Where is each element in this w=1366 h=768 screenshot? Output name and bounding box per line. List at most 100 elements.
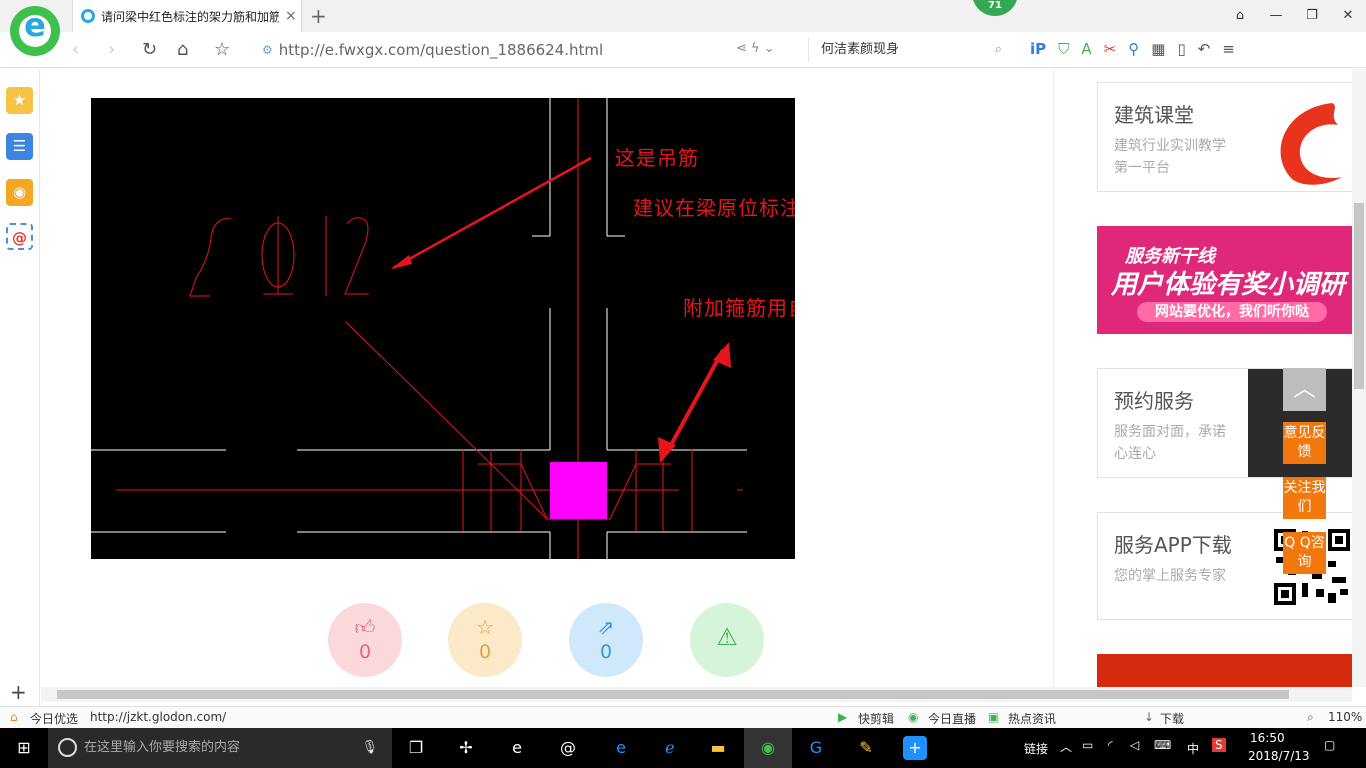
menu-icon[interactable]: ≡ [1222, 40, 1235, 58]
left-sidebar: ★ ☰ ◉ @ + [0, 69, 40, 706]
favorite-button[interactable]: ☆ 0 [448, 603, 522, 677]
feedback-button[interactable]: 意见反馈 [1283, 422, 1326, 464]
quick-cut-link[interactable]: 快剪辑 [858, 710, 894, 727]
battery-icon[interactable]: ▭ [1082, 738, 1093, 752]
cortana-icon [58, 738, 77, 757]
magnifier-icon[interactable]: ⚲ [1128, 40, 1139, 58]
volume-icon[interactable]: ◁ [1130, 738, 1139, 752]
taskbar-search[interactable]: 在这里输入你要搜索的内容 🎙︎ [48, 728, 392, 768]
ime-indicator[interactable]: 中 [1187, 740, 1199, 757]
live-link[interactable]: 今日直播 [928, 710, 976, 727]
forward-icon[interactable]: › [108, 38, 115, 62]
clock-time[interactable]: 16:50 [1250, 731, 1285, 745]
survey-banner[interactable]: 服务新干线 用户体验有奖小调研 网站要优化，我们听你哒 [1097, 226, 1353, 334]
minimize-button[interactable]: — [1258, 0, 1294, 32]
add-sidebar-button[interactable]: + [10, 680, 27, 704]
vertical-scrollbar[interactable] [1352, 69, 1366, 687]
phoenix-logo-icon [1280, 103, 1342, 185]
annotation-suggest-input: 建议在梁原位标注在输入 [633, 196, 795, 220]
wifi-icon[interactable]: ◜ [1108, 738, 1113, 752]
address-bar[interactable]: ⚙ http://e.fwxgx.com/question_1886624.ht… [262, 38, 802, 62]
edge-icon[interactable]: e [609, 736, 633, 760]
like-button[interactable]: 👍︎ 0 [328, 603, 402, 677]
horizontal-scrollbar[interactable] [41, 687, 1352, 702]
report-button[interactable]: ⚠ [690, 603, 764, 677]
ip-extension-icon[interactable]: iP [1030, 40, 1046, 58]
weibo-icon[interactable]: ◉ [6, 179, 33, 206]
notification-badge[interactable]: 71 [972, 0, 1018, 16]
refresh-icon[interactable]: ↻ [142, 38, 157, 62]
fan-app-icon[interactable]: ✢ [454, 736, 478, 760]
download-icon: ↓ [1144, 710, 1155, 724]
extension-toolbar: iP ⛉ A ✂ ⚲ ▦ ▯ ↶ ≡ [1030, 40, 1235, 58]
close-button[interactable]: ✕ [1330, 0, 1366, 32]
favorites-star-icon[interactable]: ★ [6, 87, 33, 114]
back-icon[interactable]: ‹ [72, 38, 79, 62]
reader-icon[interactable]: ▯ [1177, 40, 1185, 58]
download-link[interactable]: 下载 [1160, 710, 1184, 727]
zoom-level[interactable]: 110% [1328, 710, 1362, 724]
page-content: 这是吊筋 建议在梁原位标注在输入 附加箍筋用自动生成吊筋 👍︎ 0 ☆ 0 ⇗ … [41, 69, 1053, 687]
reading-list-icon[interactable]: ☰ [6, 133, 33, 160]
course-card[interactable]: 建筑课堂 建筑行业实训教学第一平台 [1097, 82, 1353, 192]
search-input[interactable]: 何洁素颜现身 [821, 42, 899, 57]
windows-start-icon[interactable]: ⊞ [12, 736, 36, 760]
home-icon[interactable]: ⌂ [177, 38, 188, 62]
tab-close-button[interactable]: × [285, 8, 297, 24]
qq-consult-button[interactable]: Q Q咨询 [1283, 532, 1326, 574]
hot-news-link[interactable]: 热点资讯 [1008, 710, 1056, 727]
file-explorer-icon[interactable]: ▬ [706, 736, 730, 760]
keyboard-icon[interactable]: ⌨ [1154, 738, 1171, 752]
clock-date[interactable]: 2018/7/13 [1248, 749, 1310, 763]
browser-logo-icon[interactable]: e [10, 6, 60, 56]
like-count: 0 [358, 641, 372, 663]
share-button[interactable]: ⇗ 0 [569, 603, 643, 677]
banner-line3: 网站要优化，我们听你哒 [1137, 302, 1327, 322]
share-count: 0 [599, 641, 613, 663]
share-icon[interactable]: ⋖ ϟ ⌄ [736, 41, 775, 56]
taskbar-search-placeholder: 在这里输入你要搜索的内容 [84, 740, 241, 755]
plus-app-icon[interactable]: + [903, 736, 927, 760]
undo-icon[interactable]: ↶ [1198, 40, 1211, 58]
horizontal-scroll-thumb[interactable] [57, 690, 1289, 699]
shield-icon[interactable]: ⛉ [1058, 40, 1069, 58]
follow-us-button[interactable]: 关注我们 [1283, 477, 1326, 519]
tray-link-label[interactable]: 链接 [1024, 740, 1048, 757]
windows-taskbar: ⊞ 在这里输入你要搜索的内容 🎙︎ ❐ ✢ e @ e ℯ ▬ ◉ G ✎ + … [0, 728, 1366, 768]
scissors-icon[interactable]: ✂ [1104, 40, 1117, 58]
search-box[interactable]: 何洁素颜现身 ⌕ [808, 38, 1008, 62]
swirl-app-icon[interactable]: @ [556, 736, 580, 760]
url-text[interactable]: http://e.fwxgx.com/question_1886624.html [279, 41, 603, 59]
skin-button[interactable]: ⌂ [1222, 0, 1258, 32]
star-bookmark-icon[interactable]: ☆ [214, 38, 230, 62]
e-browser-icon[interactable]: e [505, 736, 529, 760]
warning-icon: ⚠ [716, 623, 738, 651]
apps-icon[interactable]: ▦ [1151, 40, 1165, 58]
g-app-icon[interactable]: G [804, 736, 828, 760]
back-to-top-button[interactable]: ︿ [1283, 368, 1326, 411]
maximize-button[interactable]: ❐ [1294, 0, 1330, 32]
today-picks-link[interactable]: 今日优选 [30, 710, 78, 727]
green-browser-icon: ◉ [761, 738, 775, 757]
new-tab-button[interactable]: + [310, 4, 327, 28]
globe-icon: ⚙ [262, 43, 273, 57]
mail-icon[interactable]: @ [6, 223, 33, 250]
ie-icon[interactable]: ℯ [658, 736, 682, 760]
vertical-scroll-thumb[interactable] [1354, 203, 1364, 389]
favorite-count: 0 [478, 641, 492, 663]
course-card-subtitle: 建筑行业实训教学第一平台 [1114, 138, 1226, 176]
search-icon[interactable]: ⌕ [995, 38, 1002, 62]
sogou-icon[interactable]: S [1212, 738, 1226, 752]
notepad-icon[interactable]: ✎ [854, 736, 878, 760]
active-browser-taskbar-item[interactable]: ◉ [744, 728, 792, 768]
notification-center-icon[interactable]: ▢ [1324, 738, 1335, 752]
title-bar: 请问梁中红色标注的架力筋和加筋 × + 71 ⌂ — ❐ ✕ [0, 0, 1366, 32]
appointment-card-title: 预约服务 [1114, 389, 1194, 413]
microphone-icon[interactable]: 🎙︎ [361, 728, 378, 768]
task-view-icon[interactable]: ❐ [404, 736, 428, 760]
translate-icon[interactable]: A [1081, 40, 1091, 58]
appointment-card-subtitle: 服务面对面，承诺心连心 [1114, 424, 1226, 462]
promo-banner-red[interactable] [1097, 654, 1353, 687]
browser-tab[interactable]: 请问梁中红色标注的架力筋和加筋 × [72, 0, 302, 32]
tray-chevron-icon[interactable]: ︿ [1060, 738, 1072, 755]
